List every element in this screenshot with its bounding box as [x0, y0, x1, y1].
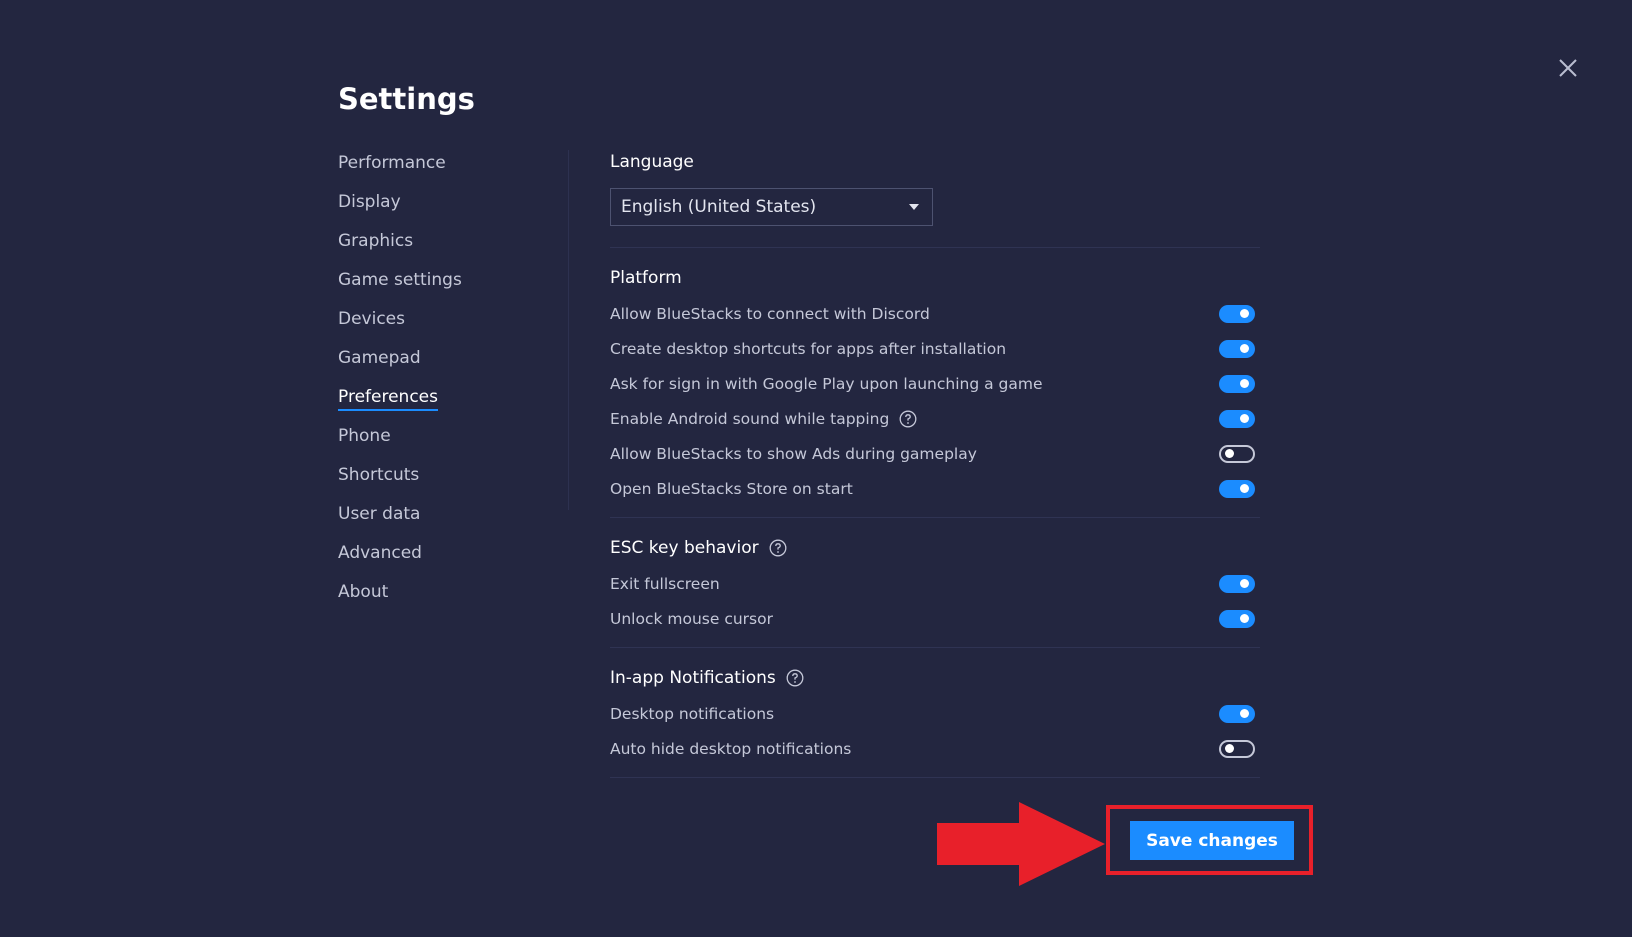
toggle-knob: [1240, 379, 1249, 388]
notifications-section-title: In-app Notifications: [610, 666, 1260, 690]
toggle-knob: [1240, 414, 1249, 423]
exit-fullscreen-toggle[interactable]: [1219, 574, 1255, 593]
save-changes-button[interactable]: Save changes: [1130, 821, 1294, 860]
setting-row-store-on-start: Open BlueStacks Store on start: [610, 471, 1260, 506]
help-circle-icon[interactable]: [899, 410, 917, 428]
save-highlight-box: Save changes: [1106, 805, 1313, 875]
android-sound-toggle[interactable]: [1219, 409, 1255, 428]
sidebar-item-performance[interactable]: Performance: [338, 153, 558, 192]
setting-label: Allow BlueStacks to connect with Discord: [610, 304, 930, 323]
setting-label: Allow BlueStacks to show Ads during game…: [610, 444, 977, 463]
help-circle-icon[interactable]: [769, 539, 787, 557]
setting-row-discord: Allow BlueStacks to connect with Discord: [610, 296, 1260, 331]
desktop-notifications-toggle[interactable]: [1219, 704, 1255, 723]
toggle-knob: [1240, 344, 1249, 353]
sidebar-item-game-settings[interactable]: Game settings: [338, 270, 558, 309]
setting-row-google-play-signin: Ask for sign in with Google Play upon la…: [610, 366, 1260, 401]
setting-label-with-help: Enable Android sound while tapping: [610, 410, 917, 428]
discord-toggle[interactable]: [1219, 304, 1255, 323]
sidebar-item-label: User data: [338, 504, 421, 524]
toggle-knob: [1225, 744, 1234, 753]
platform-section: Platform Allow BlueStacks to connect wit…: [610, 248, 1260, 506]
sidebar-divider: [568, 150, 569, 510]
toggle-knob: [1240, 579, 1249, 588]
sidebar-item-display[interactable]: Display: [338, 192, 558, 231]
esc-title-text: ESC key behavior: [610, 538, 759, 558]
setting-row-desktop-shortcuts: Create desktop shortcuts for apps after …: [610, 331, 1260, 366]
sidebar-item-label: Game settings: [338, 270, 462, 290]
desktop-shortcuts-toggle[interactable]: [1219, 339, 1255, 358]
setting-row-show-ads: Allow BlueStacks to show Ads during game…: [610, 436, 1260, 471]
setting-row-exit-fullscreen: Exit fullscreen: [610, 566, 1260, 601]
sidebar-item-label: Phone: [338, 426, 391, 446]
sidebar-item-user-data[interactable]: User data: [338, 504, 558, 543]
language-section-title: Language: [610, 152, 694, 172]
sidebar-item-preferences[interactable]: Preferences: [338, 387, 558, 426]
sidebar: Performance Display Graphics Game settin…: [338, 153, 558, 621]
notifications-section: In-app Notifications Desktop notificatio…: [610, 648, 1260, 766]
sidebar-item-label: Gamepad: [338, 348, 421, 368]
toggle-knob: [1225, 449, 1234, 458]
setting-label: Ask for sign in with Google Play upon la…: [610, 374, 1043, 393]
sidebar-item-label: Performance: [338, 153, 446, 173]
section-divider: [610, 777, 1260, 778]
setting-label: Exit fullscreen: [610, 574, 720, 593]
sidebar-item-advanced[interactable]: Advanced: [338, 543, 558, 582]
esc-section-title: ESC key behavior: [610, 536, 1260, 560]
setting-row-unlock-mouse: Unlock mouse cursor: [610, 601, 1260, 636]
setting-row-desktop-notifications: Desktop notifications: [610, 696, 1260, 731]
setting-label: Open BlueStacks Store on start: [610, 479, 853, 498]
google-play-signin-toggle[interactable]: [1219, 374, 1255, 393]
sidebar-item-shortcuts[interactable]: Shortcuts: [338, 465, 558, 504]
close-icon: [1559, 59, 1577, 77]
preferences-panel: Language English (United States) Platfor…: [610, 150, 1260, 778]
setting-label: Create desktop shortcuts for apps after …: [610, 339, 1007, 358]
help-circle-icon[interactable]: [786, 669, 804, 687]
toggle-knob: [1240, 309, 1249, 318]
store-on-start-toggle[interactable]: [1219, 479, 1255, 498]
close-button[interactable]: [1556, 56, 1580, 80]
sidebar-item-label: Shortcuts: [338, 465, 420, 485]
sidebar-item-label: Preferences: [338, 387, 438, 411]
sidebar-item-label: About: [338, 582, 389, 602]
unlock-mouse-toggle[interactable]: [1219, 609, 1255, 628]
sidebar-item-label: Display: [338, 192, 401, 212]
setting-label: Unlock mouse cursor: [610, 609, 773, 628]
toggle-knob: [1240, 484, 1249, 493]
arrow-right-icon: [937, 802, 1105, 886]
language-dropdown[interactable]: English (United States): [610, 188, 933, 226]
sidebar-item-phone[interactable]: Phone: [338, 426, 558, 465]
language-selected-value: English (United States): [621, 197, 817, 217]
platform-section-title: Platform: [610, 268, 682, 288]
setting-row-auto-hide-notifications: Auto hide desktop notifications: [610, 731, 1260, 766]
sidebar-item-graphics[interactable]: Graphics: [338, 231, 558, 270]
show-ads-toggle[interactable]: [1219, 444, 1255, 463]
sidebar-item-about[interactable]: About: [338, 582, 558, 621]
sidebar-item-label: Devices: [338, 309, 405, 329]
sidebar-item-label: Advanced: [338, 543, 422, 563]
auto-hide-notifications-toggle[interactable]: [1219, 739, 1255, 758]
setting-label: Desktop notifications: [610, 704, 775, 723]
page-title: Settings: [338, 82, 475, 116]
setting-label: Auto hide desktop notifications: [610, 739, 852, 758]
sidebar-item-devices[interactable]: Devices: [338, 309, 558, 348]
toggle-knob: [1240, 709, 1249, 718]
caret-down-icon: [909, 204, 919, 210]
notifications-title-text: In-app Notifications: [610, 668, 776, 688]
sidebar-item-gamepad[interactable]: Gamepad: [338, 348, 558, 387]
setting-row-android-sound: Enable Android sound while tapping: [610, 401, 1260, 436]
setting-label: Enable Android sound while tapping: [610, 409, 890, 428]
toggle-knob: [1240, 614, 1249, 623]
esc-section: ESC key behavior Exit fullscreen Unlock …: [610, 518, 1260, 636]
sidebar-item-label: Graphics: [338, 231, 414, 251]
